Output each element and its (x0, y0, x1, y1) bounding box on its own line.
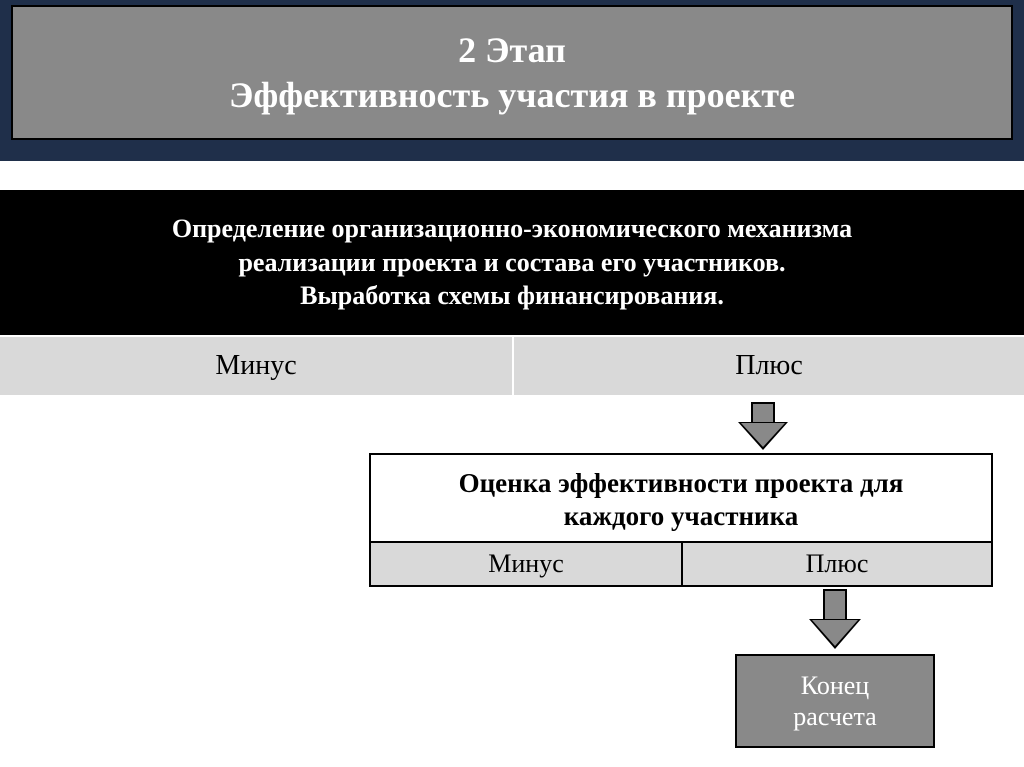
description-line2: реализации проекта и состава его участни… (238, 246, 785, 280)
evaluation-box: Оценка эффективности проекта для каждого… (369, 453, 993, 587)
end-line2: расчета (793, 701, 876, 732)
stage-title-line1: 2 Этап (458, 28, 566, 73)
evaluation-title: Оценка эффективности проекта для каждого… (371, 455, 991, 543)
decision-row-1: Минус Плюс (0, 335, 1024, 397)
evaluation-title-line1: Оценка эффективности проекта для (389, 467, 973, 500)
decision1-plus: Плюс (512, 335, 1024, 397)
decision1-minus: Минус (0, 335, 512, 397)
description-line1: Определение организационно-экономическог… (172, 212, 852, 246)
description-box: Определение организационно-экономическог… (0, 190, 1024, 335)
decision-row-2: Минус Плюс (371, 543, 991, 585)
decision2-plus: Плюс (681, 543, 991, 585)
stage-title-line2: Эффективность участия в проекте (229, 73, 795, 118)
arrow-down-icon (807, 589, 862, 653)
evaluation-title-line2: каждого участника (389, 500, 973, 533)
decision2-minus: Минус (371, 543, 681, 585)
stage-title: 2 Этап Эффективность участия в проекте (11, 5, 1013, 140)
end-box: Конец расчета (735, 654, 935, 748)
description-line3: Выработка схемы финансирования. (300, 279, 724, 313)
end-line1: Конец (793, 670, 876, 701)
slide: 2 Этап Эффективность участия в проекте О… (0, 0, 1024, 767)
arrow-down-icon (735, 402, 790, 452)
